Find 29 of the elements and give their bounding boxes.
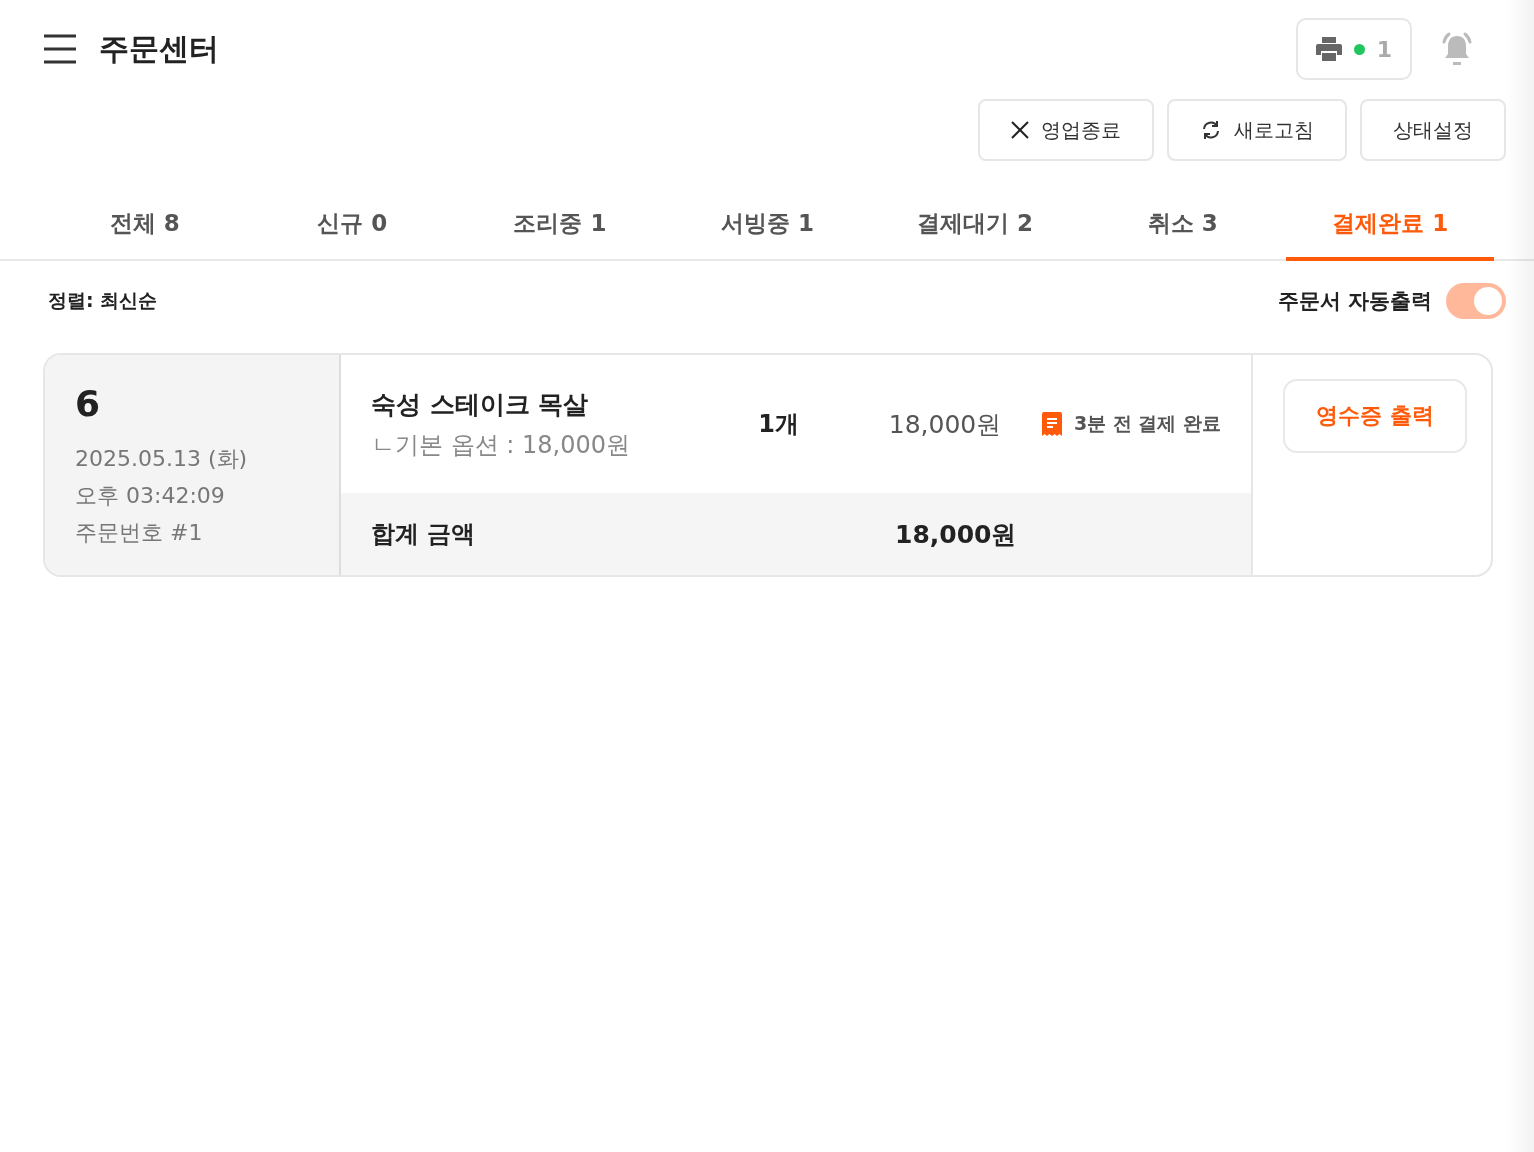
table-number: 6 — [75, 383, 102, 424]
item-quantity: 1개 — [758, 409, 801, 440]
tab[interactable]: 취소 3 — [1078, 189, 1287, 261]
item-option: ㄴ기본 옵션 : 18,000원 — [371, 428, 759, 461]
order-number: 주문번호 #1 — [75, 519, 204, 547]
order-time: 오후 03:42:09 — [75, 482, 226, 510]
tab[interactable]: 서빙중 1 — [663, 189, 872, 261]
receipt-icon — [1041, 412, 1062, 436]
close-icon — [1011, 121, 1029, 139]
tab[interactable]: 결제대기 2 — [871, 189, 1079, 261]
action-button[interactable]: 영업종료 — [978, 99, 1154, 161]
printer-icon — [1315, 37, 1342, 61]
tab[interactable]: 조리중 1 — [456, 189, 664, 261]
payment-status: 3분 전 결제 완료 — [1073, 411, 1221, 436]
total-amount: 18,000원 — [895, 518, 1017, 551]
auto-print-toggle[interactable] — [1446, 283, 1506, 319]
action-button[interactable]: 상태설정 — [1360, 99, 1506, 161]
refresh-icon — [1200, 119, 1222, 141]
item-price: 18,000원 — [888, 408, 1003, 441]
order-date: 2025.05.13 (화) — [75, 445, 249, 473]
sort-label[interactable]: 정렬: 최신순 — [48, 288, 158, 314]
menu-icon[interactable] — [44, 34, 76, 64]
auto-print-label: 주문서 자동출력 — [1277, 288, 1432, 315]
action-button[interactable]: 새로고침 — [1167, 99, 1347, 161]
page-title: 주문센터 — [99, 29, 219, 68]
item-name: 숙성 스테이크 목살 — [371, 388, 590, 421]
tab[interactable]: 전체 8 — [41, 189, 249, 261]
total-label: 합계 금액 — [371, 519, 477, 550]
tab[interactable]: 신규 0 — [248, 189, 457, 261]
